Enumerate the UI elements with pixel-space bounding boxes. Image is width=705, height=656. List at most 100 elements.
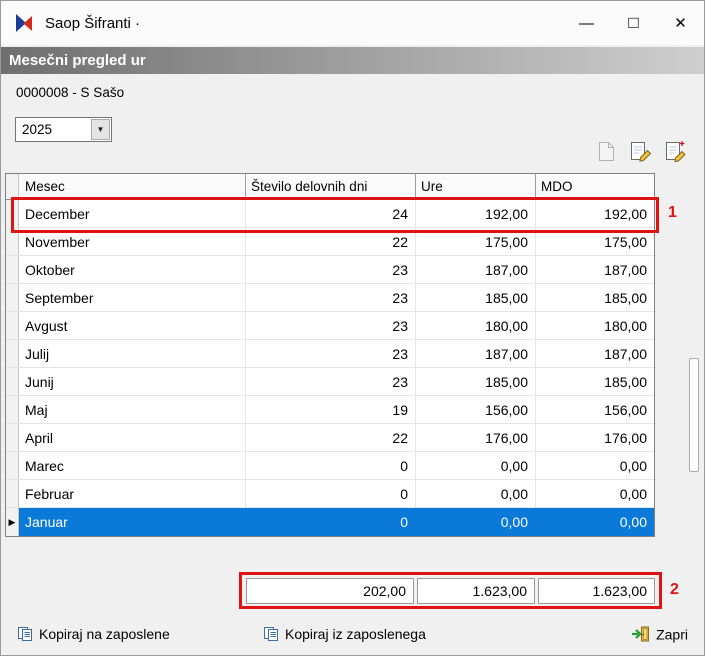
row-marker	[6, 424, 19, 451]
copy-to-employees-button[interactable]: Kopiraj na zaposlene	[17, 626, 170, 642]
cell-ure: 0,00	[416, 480, 536, 507]
grid-toolbar	[594, 139, 688, 163]
cell-ure: 192,00	[416, 200, 536, 227]
cell-stevilo-delovnih-dni: 22	[246, 424, 416, 451]
cell-mdo: 180,00	[604, 317, 647, 334]
year-value: 2025	[22, 122, 53, 137]
row-marker: ▶	[6, 508, 19, 536]
cell-mdo: 175,00	[604, 233, 647, 250]
cell-mesec: Marec	[19, 452, 246, 479]
copy-from-employee-button[interactable]: Kopiraj iz zaposlenega	[263, 626, 426, 642]
edit-record-glyph	[631, 142, 652, 162]
cell-mesec: November	[19, 228, 246, 255]
cell-mdo: 192,00	[604, 205, 647, 222]
cell-ure: 185,00	[416, 368, 536, 395]
table-row[interactable]: ▶ Januar 0 0,00 0,00	[6, 508, 654, 536]
cell-stevilo-delovnih-dni: 23	[246, 284, 416, 311]
zapri-button[interactable]: Zapri	[631, 626, 688, 643]
table-row[interactable]: September 23 185,00 185,00	[6, 284, 654, 312]
summary-ure: 1.623,00	[417, 578, 535, 604]
cell-mdo: 187,00	[604, 261, 647, 278]
table-row[interactable]: Marec 0 0,00 0,00	[6, 452, 654, 480]
row-marker	[6, 256, 19, 283]
edit-record-extra-glyph	[666, 141, 686, 162]
cell-stevilo-delovnih-dni: 24	[246, 200, 416, 227]
cell-ure: 156,00	[416, 396, 536, 423]
cell-stevilo-delovnih-dni: 23	[246, 340, 416, 367]
cell-mdo: 176,00	[604, 429, 647, 446]
chevron-down-icon[interactable]: ▼	[91, 119, 110, 140]
grid-header-row: Mesec Število delovnih dni Ure MDO	[6, 174, 654, 200]
months-grid: Mesec Število delovnih dni Ure MDO Decem…	[5, 173, 655, 537]
cell-mdo: 0,00	[619, 457, 647, 474]
cell-mesec: Avgust	[19, 312, 246, 339]
cell-mesec: Februar	[19, 480, 246, 507]
table-row[interactable]: Oktober 23 187,00 187,00	[6, 256, 654, 284]
page-title: Mesečni pregled ur	[9, 52, 146, 69]
table-row[interactable]: Avgust 23 180,00 180,00	[6, 312, 654, 340]
cell-mdo: 187,00	[604, 345, 647, 362]
cell-stevilo-delovnih-dni: 0	[400, 514, 408, 530]
column-header-mdo[interactable]: MDO	[536, 174, 654, 199]
year-combobox[interactable]: 2025 ▼	[15, 117, 112, 142]
cell-mesec: Julij	[19, 340, 246, 367]
table-row[interactable]: Februar 0 0,00 0,00	[6, 480, 654, 508]
cell-ure: 185,00	[416, 284, 536, 311]
cell-stevilo-delovnih-dni: 0	[246, 452, 416, 479]
annotation-label-2: 2	[670, 581, 679, 598]
column-header-mesec[interactable]: Mesec	[19, 174, 246, 199]
cell-ure: 0,00	[500, 514, 528, 530]
cell-mesec: September	[19, 284, 246, 311]
cell-ure: 175,00	[416, 228, 536, 255]
cell-mdo: 0,00	[619, 485, 647, 502]
cell-mesec: April	[19, 424, 246, 451]
cell-mdo: 185,00	[604, 289, 647, 306]
cell-mesec: Oktober	[19, 256, 246, 283]
minimize-icon[interactable]: —	[563, 1, 610, 45]
copy-icon	[264, 627, 278, 641]
copy-record-icon[interactable]	[594, 139, 618, 163]
summary-mdo: 1.623,00	[538, 578, 655, 604]
cell-mesec: Maj	[19, 396, 246, 423]
close-icon[interactable]: ✕	[657, 1, 704, 45]
cell-stevilo-delovnih-dni: 0	[246, 480, 416, 507]
table-row[interactable]: April 22 176,00 176,00	[6, 424, 654, 452]
row-marker	[6, 284, 19, 311]
cell-ure: 187,00	[416, 256, 536, 283]
copy-icon	[18, 627, 32, 641]
maximize-icon[interactable]: □	[610, 1, 657, 45]
copy-from-employee-label: Kopiraj iz zaposlenega	[285, 626, 426, 642]
cell-stevilo-delovnih-dni: 19	[246, 396, 416, 423]
table-row[interactable]: December 24 192,00 192,00	[6, 200, 654, 228]
row-marker	[6, 452, 19, 479]
column-header-stevilo-delovnih-dni[interactable]: Število delovnih dni	[246, 174, 416, 199]
cell-mdo: 185,00	[604, 373, 647, 390]
table-body: December 24 192,00 192,00 November 22 17…	[6, 200, 654, 536]
page-title-bar: Mesečni pregled ur	[1, 47, 704, 74]
table-row[interactable]: Junij 23 185,00 185,00	[6, 368, 654, 396]
table-row[interactable]: Julij 23 187,00 187,00	[6, 340, 654, 368]
edit-record-icon[interactable]	[629, 139, 653, 163]
cell-ure: 180,00	[416, 312, 536, 339]
row-marker	[6, 200, 19, 227]
exit-door-icon	[632, 626, 650, 642]
cell-ure: 187,00	[416, 340, 536, 367]
row-marker	[6, 340, 19, 367]
copy-record-glyph	[598, 141, 614, 161]
edit-record-extra-icon[interactable]	[664, 139, 688, 163]
annotation-label-1: 1	[668, 204, 677, 221]
copy-to-employees-label: Kopiraj na zaposlene	[39, 626, 170, 642]
table-row[interactable]: Maj 19 156,00 156,00	[6, 396, 654, 424]
app-window: Saop Šifranti · — □ ✕ Mesečni pregled ur…	[0, 0, 705, 656]
titlebar: Saop Šifranti · — □ ✕	[1, 1, 704, 45]
grid-header-gutter	[6, 174, 19, 199]
table-row[interactable]: November 22 175,00 175,00	[6, 228, 654, 256]
caption-controls: — □ ✕	[563, 1, 704, 45]
zapri-label: Zapri	[656, 626, 688, 642]
cell-mdo: 156,00	[604, 401, 647, 418]
cell-stevilo-delovnih-dni: 23	[246, 256, 416, 283]
cell-mesec: December	[19, 200, 246, 227]
summary-delovni-dnevi: 202,00	[246, 578, 414, 604]
column-header-ure[interactable]: Ure	[416, 174, 536, 199]
vertical-scrollbar-thumb[interactable]	[689, 358, 699, 472]
